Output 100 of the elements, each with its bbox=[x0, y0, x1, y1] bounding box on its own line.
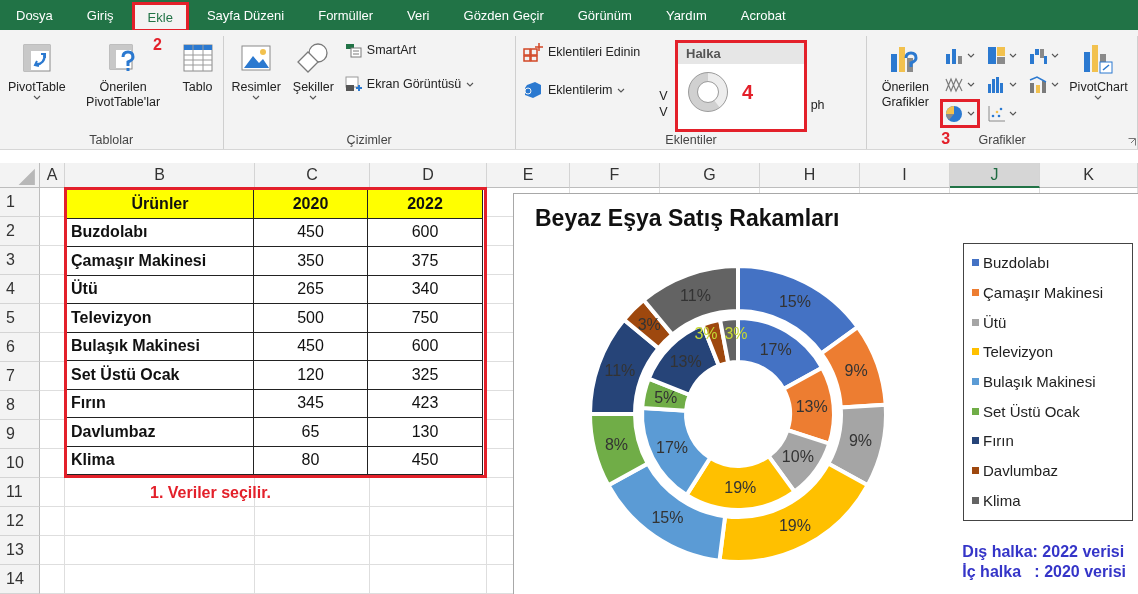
row-header[interactable]: 5 bbox=[0, 304, 40, 333]
table-cell: 375 bbox=[368, 247, 483, 276]
table-cell: 450 bbox=[254, 218, 368, 247]
row-header[interactable]: 12 bbox=[0, 507, 40, 536]
caret-icon[interactable] bbox=[617, 87, 626, 93]
caret-icon[interactable] bbox=[252, 95, 261, 100]
row-header[interactable]: 8 bbox=[0, 391, 40, 420]
treemap-chart-icon bbox=[987, 46, 1007, 65]
caret-icon[interactable] bbox=[1094, 95, 1103, 100]
caret-icon[interactable] bbox=[1051, 53, 1060, 58]
column-header[interactable]: D bbox=[370, 163, 487, 188]
row-header[interactable]: 1 bbox=[0, 188, 40, 217]
caret-icon[interactable] bbox=[967, 82, 976, 87]
table-cell: 750 bbox=[368, 304, 483, 333]
combo-chart-icon bbox=[1029, 75, 1049, 94]
ribbon-tab[interactable]: Giriş bbox=[72, 0, 128, 30]
ribbon-tab[interactable]: Görünüm bbox=[563, 0, 646, 30]
column-header[interactable]: A bbox=[40, 163, 65, 188]
table-cell: Set Üstü Ocak bbox=[67, 361, 254, 390]
ribbon-tab[interactable]: Dosya bbox=[2, 0, 67, 30]
legend-label: Televizyon bbox=[983, 343, 1054, 361]
ribbon-tab[interactable]: Sayfa Düzeni bbox=[192, 0, 299, 30]
table-cell: 350 bbox=[254, 247, 368, 276]
group-label: Grafikler bbox=[978, 132, 1026, 148]
column-header[interactable]: H bbox=[760, 163, 860, 188]
data-label: 9% bbox=[848, 432, 873, 450]
ribbon-tab[interactable]: Veri bbox=[393, 0, 444, 30]
data-label: 10% bbox=[781, 448, 814, 466]
ribbon-tab[interactable]: Formüller bbox=[304, 0, 388, 30]
ribbon-button[interactable]: Önerilen Grafikler bbox=[871, 36, 940, 110]
header-cell: 2020 bbox=[254, 190, 368, 219]
legend-label: Bulaşık Makinesi bbox=[983, 373, 1096, 391]
caret-icon[interactable] bbox=[967, 111, 976, 116]
ribbon-button[interactable]: PivotChart bbox=[1065, 36, 1132, 100]
ribbon-button[interactable]: Resimler bbox=[227, 36, 285, 100]
ribbon-button[interactable]: PivotTable bbox=[4, 36, 70, 100]
scatter-chart-icon bbox=[987, 104, 1007, 123]
header-cell: Ürünler bbox=[67, 190, 254, 219]
ribbon-button[interactable]: Eklentileri Edinin bbox=[519, 40, 644, 64]
add-in-block-icon bbox=[522, 80, 543, 100]
table-cell: 340 bbox=[368, 275, 483, 304]
ribbon-tab[interactable]: Gözden Geçir bbox=[449, 0, 558, 30]
ribbon-button[interactable]: SmartArt bbox=[341, 40, 478, 60]
data-label: 3% bbox=[724, 325, 748, 342]
data-label: 13% bbox=[669, 352, 702, 370]
row-header[interactable]: 4 bbox=[0, 275, 40, 304]
data-label: 3% bbox=[637, 316, 661, 334]
caret-icon[interactable] bbox=[466, 81, 475, 87]
step-caption: 1. Veriler seçilir. bbox=[149, 482, 272, 503]
row-header[interactable]: 7 bbox=[0, 362, 40, 391]
screenshot-icon bbox=[344, 76, 362, 92]
row-header[interactable]: 11 bbox=[0, 478, 40, 507]
caret-icon[interactable] bbox=[967, 53, 976, 58]
row-header[interactable]: 9 bbox=[0, 420, 40, 449]
caret-icon[interactable] bbox=[1009, 111, 1018, 116]
table-cell: 450 bbox=[368, 446, 483, 475]
data-label: 19% bbox=[724, 478, 757, 496]
column-header[interactable]: F bbox=[570, 163, 660, 188]
row-header[interactable]: 10 bbox=[0, 449, 40, 478]
row-header[interactable]: 2 bbox=[0, 217, 40, 246]
ribbon-button[interactable]: Şekiller bbox=[288, 36, 338, 100]
gallery-title: Halka bbox=[678, 43, 804, 64]
caret-icon[interactable] bbox=[1009, 82, 1018, 87]
ribbon-button[interactable]: Ekran Görüntüsü bbox=[341, 74, 478, 94]
column-header[interactable]: E bbox=[487, 163, 570, 188]
column-header[interactable]: I bbox=[860, 163, 950, 188]
ribbon-button[interactable]: Tablo bbox=[176, 36, 219, 95]
caret-icon[interactable] bbox=[32, 95, 41, 100]
row-header[interactable]: 3 bbox=[0, 246, 40, 275]
column-header[interactable]: J bbox=[950, 163, 1040, 188]
dialog-launcher-icon[interactable] bbox=[1128, 138, 1136, 146]
smartart-icon bbox=[344, 42, 362, 58]
data-label: 9% bbox=[844, 362, 868, 380]
table-cell: 423 bbox=[368, 389, 483, 418]
table-cell: Klima bbox=[67, 446, 254, 475]
row-header[interactable]: 14 bbox=[0, 565, 40, 594]
ribbon-tab[interactable]: Ekle bbox=[133, 4, 187, 30]
caret-icon[interactable] bbox=[1051, 82, 1060, 87]
chart-type-button[interactable] bbox=[943, 102, 978, 125]
column-header[interactable]: C bbox=[255, 163, 370, 188]
line-chart-icon bbox=[945, 75, 965, 94]
column-header[interactable]: B bbox=[65, 163, 255, 188]
pivot-chart-icon bbox=[1081, 42, 1116, 74]
caret-icon[interactable] bbox=[1009, 53, 1018, 58]
ribbon-tab[interactable]: Acrobat bbox=[726, 0, 800, 30]
table-cell: Buzdolabı bbox=[67, 218, 254, 247]
data-label: 13% bbox=[795, 398, 828, 416]
ribbon-tab[interactable]: Yardım bbox=[651, 0, 721, 30]
group-label: Tablolar bbox=[89, 132, 134, 148]
ribbon-button[interactable]: Eklentilerim bbox=[519, 78, 644, 102]
column-header[interactable]: K bbox=[1040, 163, 1138, 188]
row-header[interactable]: 13 bbox=[0, 536, 40, 565]
row-header[interactable]: 6 bbox=[0, 333, 40, 362]
data-label: 8% bbox=[604, 436, 628, 454]
data-label: 17% bbox=[656, 438, 689, 456]
column-header[interactable]: G bbox=[660, 163, 760, 188]
table-cell: Televizyon bbox=[67, 304, 254, 333]
data-label: 3% bbox=[694, 325, 718, 342]
table-cell: 345 bbox=[254, 389, 368, 418]
caret-icon[interactable] bbox=[309, 95, 318, 100]
